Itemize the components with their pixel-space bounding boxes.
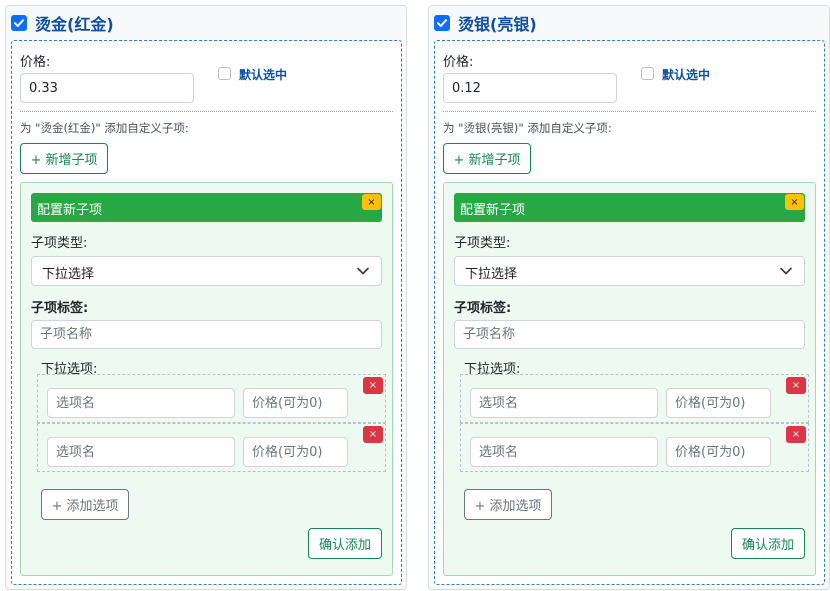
remove-option-button[interactable]: × (786, 426, 806, 443)
type-select-value: 下拉选择 (465, 267, 518, 282)
option-row: × (37, 374, 386, 423)
option-name-input[interactable] (47, 388, 235, 418)
panel-title: 烫银(亮银) (458, 15, 537, 34)
sub-label-title: 子项标签: (454, 301, 512, 316)
price-input[interactable] (20, 73, 194, 103)
close-config-button[interactable]: × (785, 194, 804, 210)
sub-label-input[interactable] (454, 320, 805, 349)
sub-hint: 为 "烫银(亮银)" 添加自定义子项: (443, 121, 612, 135)
config-box: 配置新子项 × 子项类型: 下拉选择 子项标签: 下拉选项: × × + 添加选… (443, 182, 816, 576)
default-checkbox[interactable] (641, 67, 654, 80)
type-select[interactable]: 下拉选择 (31, 256, 382, 286)
divider (443, 111, 816, 112)
default-label: 默认选中 (239, 68, 288, 82)
option-name-input[interactable] (470, 437, 658, 467)
confirm-add-button[interactable]: 确认添加 (308, 528, 382, 559)
config-header: 配置新子项 × (454, 193, 805, 222)
option-name-input[interactable] (47, 437, 235, 467)
divider (20, 111, 393, 112)
sub-label-input[interactable] (31, 320, 382, 349)
option-price-input[interactable] (666, 437, 771, 467)
option-price-input[interactable] (243, 437, 348, 467)
price-label: 价格: (20, 55, 51, 70)
confirm-add-button[interactable]: 确认添加 (731, 528, 805, 559)
type-label: 子项类型: (454, 236, 511, 251)
default-label: 默认选中 (662, 68, 711, 82)
check-icon (437, 19, 447, 27)
type-select[interactable]: 下拉选择 (454, 256, 805, 286)
remove-option-button[interactable]: × (786, 377, 806, 394)
chevron-down-icon (357, 267, 369, 275)
config-title: 配置新子项 (37, 203, 103, 218)
close-config-button[interactable]: × (362, 194, 381, 210)
panel-checkbox[interactable] (11, 15, 27, 31)
panel-header: 烫银(亮银) (434, 12, 537, 34)
add-option-button[interactable]: + 添加选项 (41, 489, 129, 520)
option-row: × (460, 374, 809, 423)
panel-title: 烫金(红金) (35, 15, 114, 34)
check-icon (14, 19, 24, 27)
price-input[interactable] (443, 73, 617, 103)
option-price-input[interactable] (666, 388, 771, 418)
sub-hint: 为 "烫金(红金)" 添加自定义子项: (20, 121, 189, 135)
remove-option-button[interactable]: × (363, 377, 383, 394)
type-select-value: 下拉选择 (42, 267, 95, 282)
panel-silver: 烫银(亮银) 价格: 默认选中 为 "烫银(亮银)" 添加自定义子项: + 新增… (428, 5, 830, 590)
panel-checkbox[interactable] (434, 15, 450, 31)
config-header: 配置新子项 × (31, 193, 382, 222)
option-name-input[interactable] (470, 388, 658, 418)
option-price-input[interactable] (243, 388, 348, 418)
default-checkbox[interactable] (218, 67, 231, 80)
add-sub-button[interactable]: + 新增子项 (443, 143, 531, 174)
type-label: 子项类型: (31, 236, 88, 251)
config-box: 配置新子项 × 子项类型: 下拉选择 子项标签: 下拉选项: × × + 添加选… (20, 182, 393, 576)
option-row: × (37, 423, 386, 472)
config-title: 配置新子项 (460, 203, 526, 218)
panel-header: 烫金(红金) (11, 12, 114, 34)
price-label: 价格: (443, 55, 474, 70)
add-sub-button[interactable]: + 新增子项 (20, 143, 108, 174)
option-row: × (460, 423, 809, 472)
add-option-button[interactable]: + 添加选项 (464, 489, 552, 520)
remove-option-button[interactable]: × (363, 426, 383, 443)
panel-body: 价格: 默认选中 为 "烫金(红金)" 添加自定义子项: + 新增子项 配置新子… (11, 40, 402, 585)
panel-body: 价格: 默认选中 为 "烫银(亮银)" 添加自定义子项: + 新增子项 配置新子… (434, 40, 825, 585)
chevron-down-icon (780, 267, 792, 275)
sub-label-title: 子项标签: (31, 301, 89, 316)
panel-gold: 烫金(红金) 价格: 默认选中 为 "烫金(红金)" 添加自定义子项: + 新增… (5, 5, 407, 590)
